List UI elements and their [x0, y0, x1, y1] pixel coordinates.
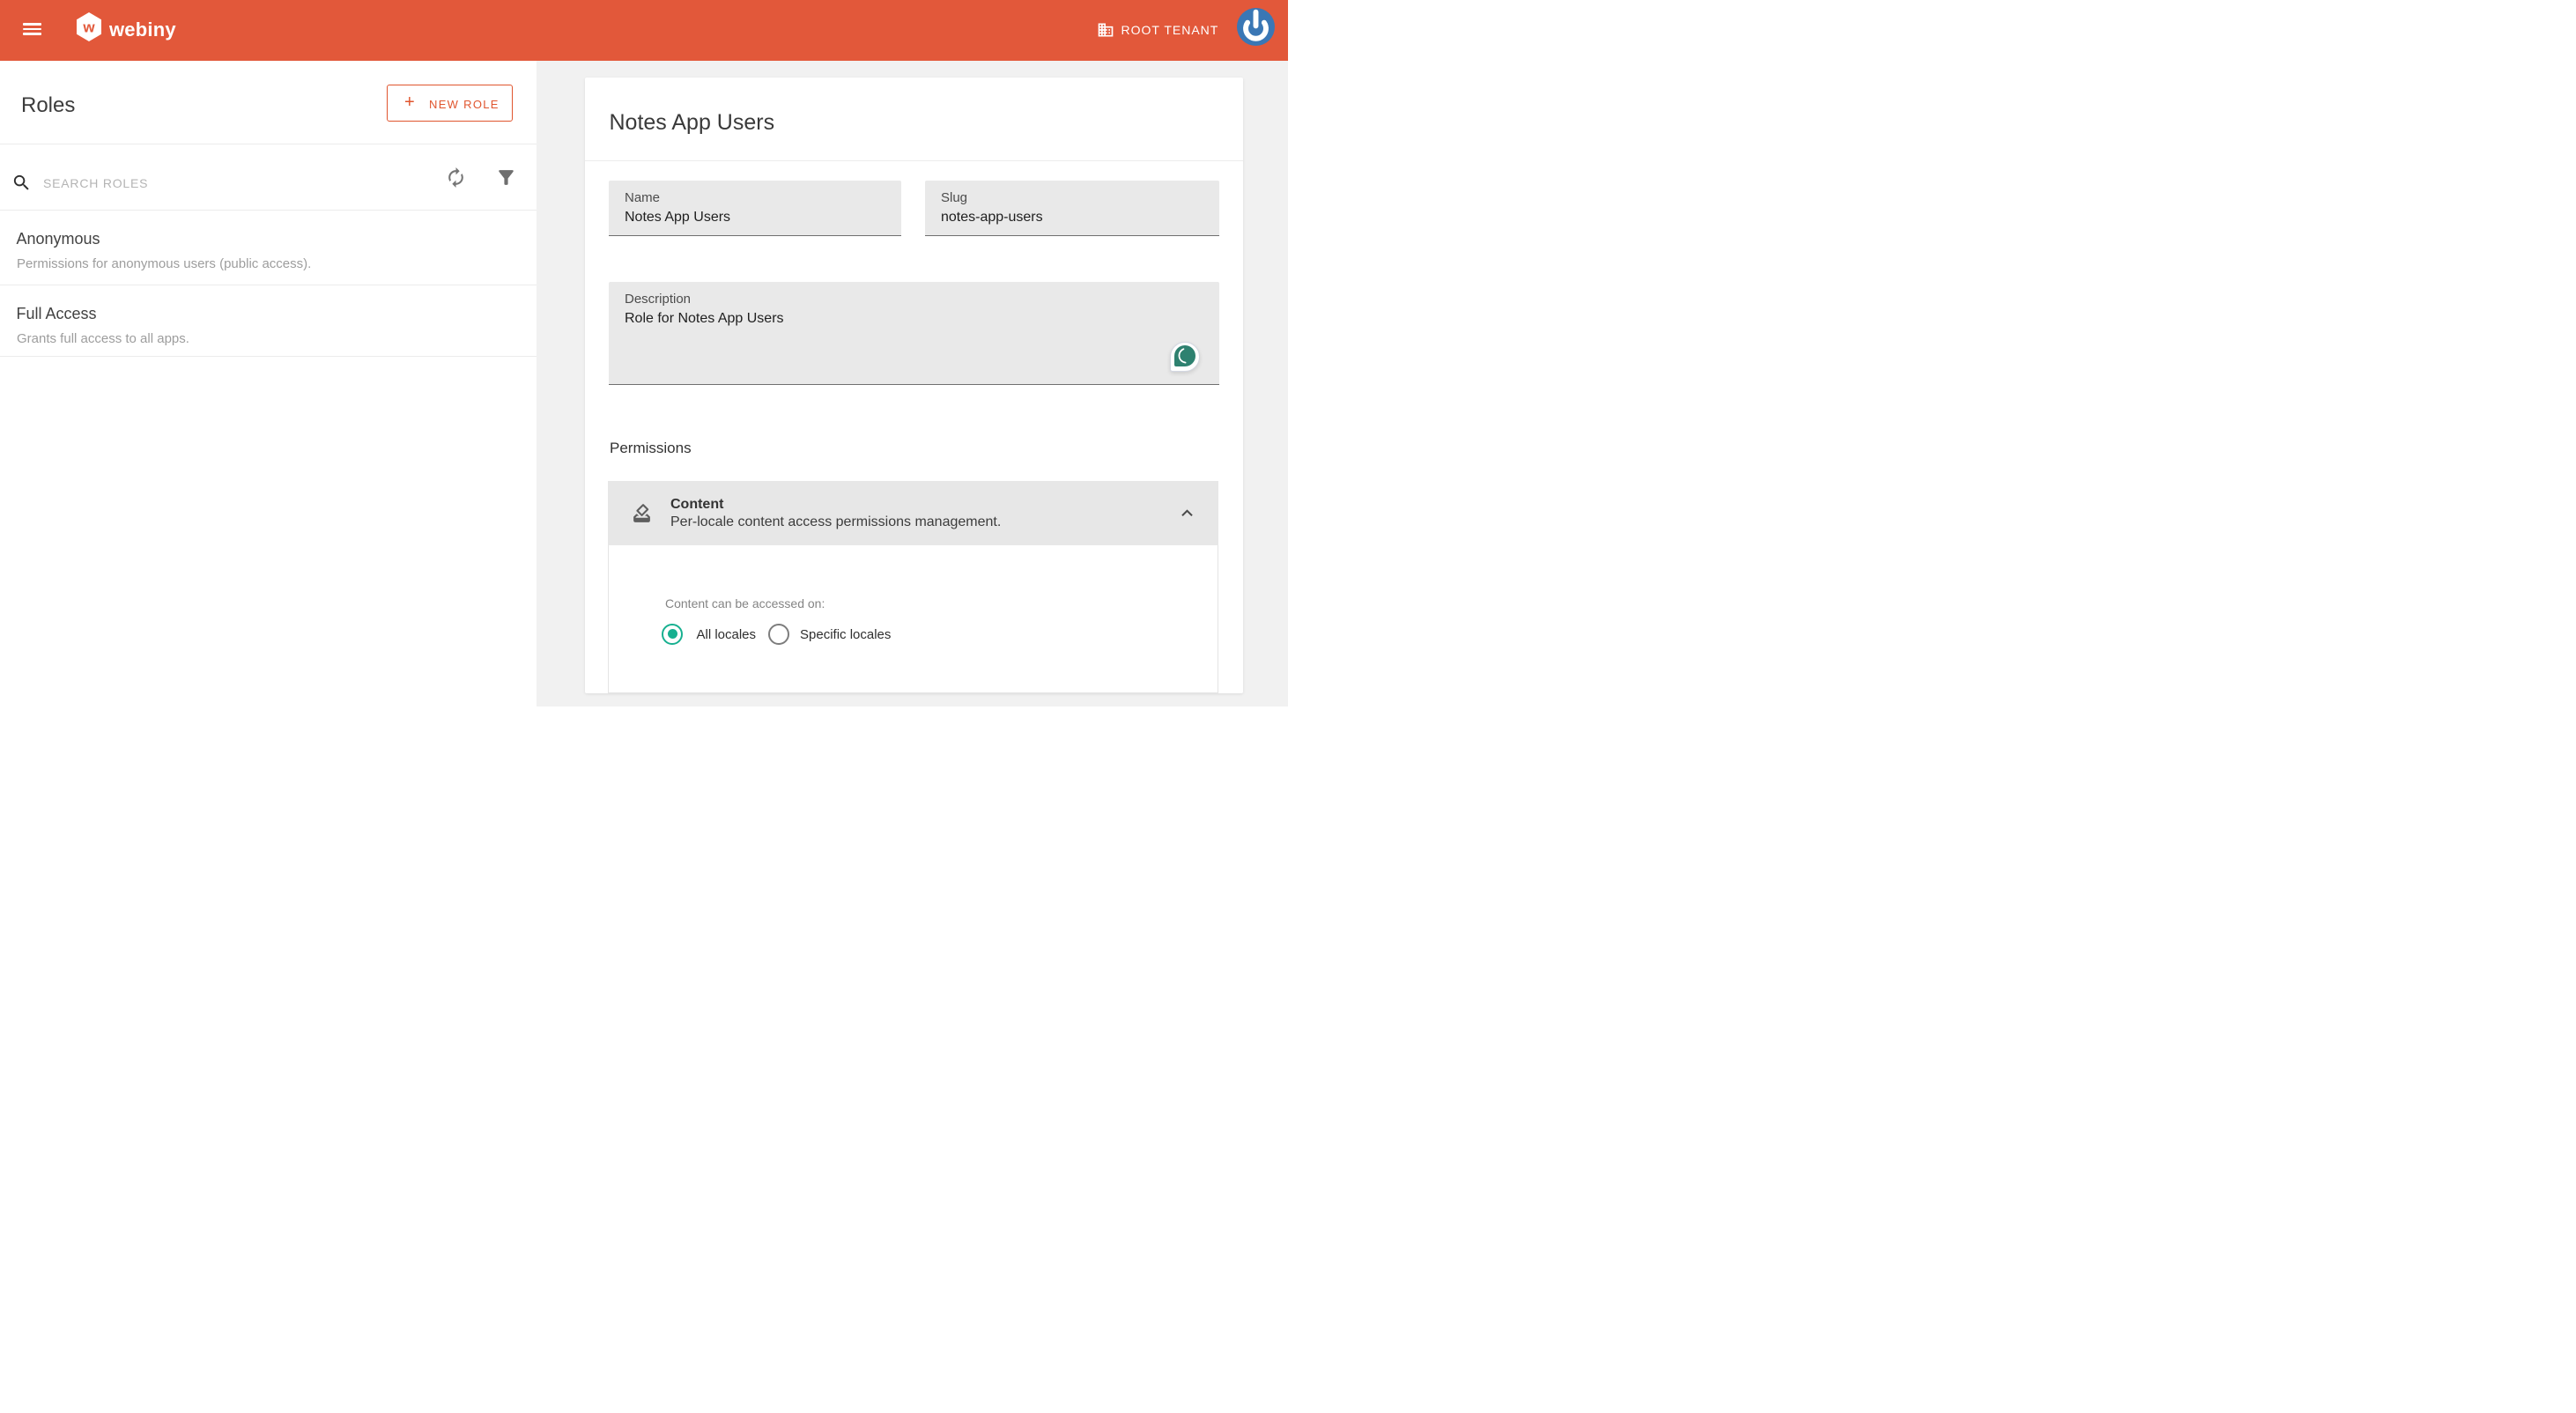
svg-text:w: w	[82, 19, 95, 36]
